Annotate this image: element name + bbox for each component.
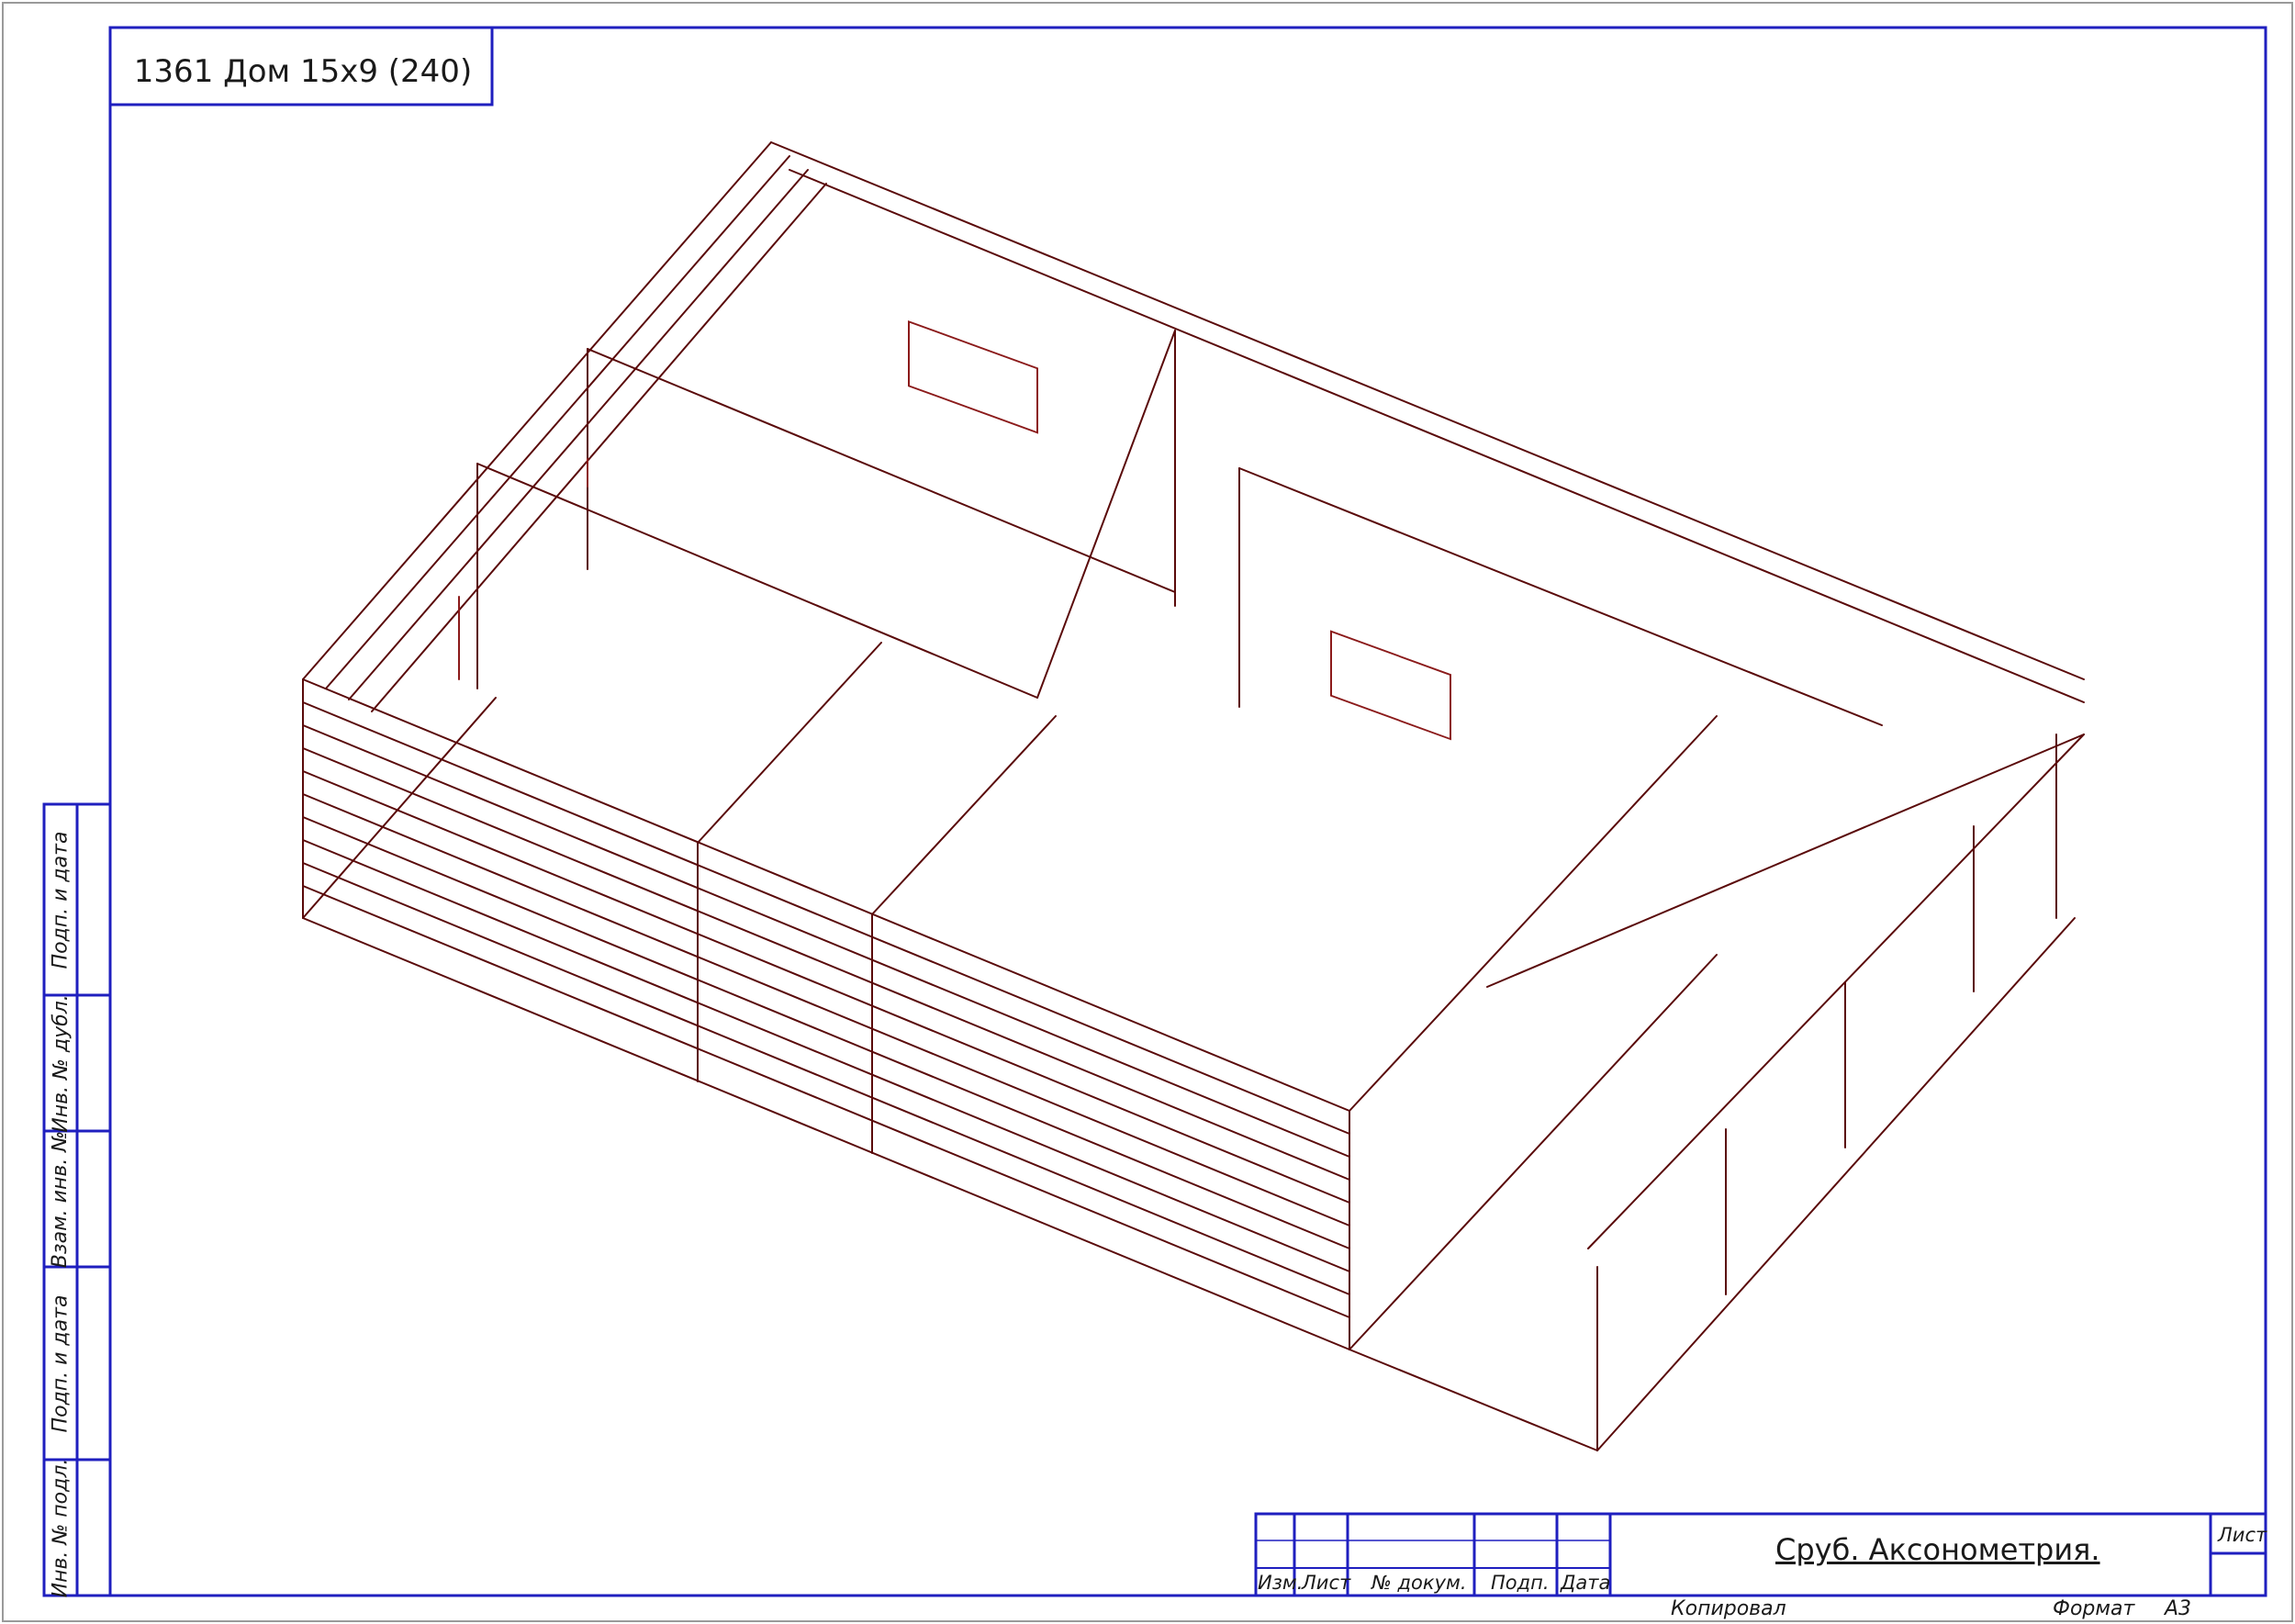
side-stamp-sign-date-1: Подп. и дата	[49, 831, 73, 969]
side-stamp-orig-inv: Инв. № подл.	[49, 1458, 73, 1597]
copied-label: Копировал	[1671, 1597, 1786, 1620]
drawing-frame	[108, 26, 2267, 1597]
col-signature: Подп.	[1491, 1572, 1550, 1594]
col-date: Дата	[1561, 1572, 1611, 1594]
side-stamp-replace-inv: Взам. инв. №	[49, 1130, 73, 1268]
col-change: Изм.	[1258, 1572, 1304, 1594]
front-wall	[302, 678, 1350, 1350]
sheet-title: Сруб. Аксонометрия.	[1775, 1532, 2100, 1567]
col-sheet: Лист	[1302, 1572, 1351, 1594]
side-stamp-dup-inv: Инв. № дубл.	[49, 993, 73, 1133]
side-stamp-sign-date-2: Подп. и дата	[49, 1294, 73, 1432]
col-doc-number: № докум.	[1371, 1572, 1467, 1594]
log-house-axonometry	[302, 141, 2085, 1451]
format-value: А3	[2165, 1597, 2192, 1620]
drawing-sheet	[2, 2, 2293, 1622]
veranda-frame	[1349, 734, 2085, 1451]
partition-walls	[476, 330, 1883, 1350]
left-wall	[302, 141, 2085, 919]
window-openings	[458, 319, 1451, 741]
format-label: Формат	[2053, 1597, 2135, 1620]
sheet-label: Лист	[2218, 1524, 2267, 1546]
drawing-code: 1361 Дом 15х9 (240)	[133, 53, 473, 90]
